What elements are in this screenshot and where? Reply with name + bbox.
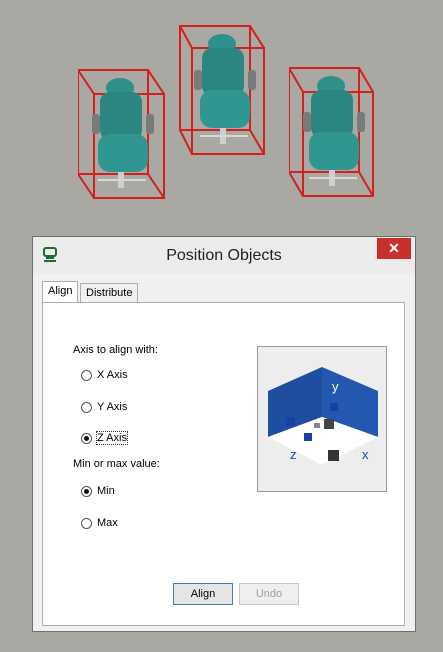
tab-align[interactable]: Align bbox=[42, 281, 79, 302]
undo-button[interactable]: Undo bbox=[239, 583, 299, 605]
radio-label: Y Axis bbox=[97, 401, 128, 413]
value-heading: Min or max value: bbox=[73, 458, 160, 470]
radio-button-selected[interactable] bbox=[81, 486, 92, 497]
radio-button[interactable] bbox=[81, 518, 92, 529]
tab-distribute[interactable]: Distribute bbox=[80, 283, 139, 302]
y-axis-label: y bbox=[332, 379, 339, 394]
dialog-title: Position Objects bbox=[166, 247, 282, 264]
chair-icon bbox=[288, 67, 374, 197]
chair-object[interactable] bbox=[178, 24, 268, 158]
close-icon: ✕ bbox=[388, 240, 400, 256]
chair-icon bbox=[179, 25, 265, 155]
chair-object[interactable] bbox=[288, 66, 379, 200]
title-bar[interactable]: Position Objects ✕ bbox=[33, 237, 415, 274]
axis-diagram: y x z bbox=[268, 367, 378, 465]
align-button[interactable]: Align bbox=[173, 583, 233, 605]
radio-button[interactable] bbox=[81, 370, 92, 381]
axis-preview-image: y x z bbox=[257, 346, 387, 492]
3d-viewport[interactable] bbox=[0, 0, 443, 235]
radio-label: X Axis bbox=[97, 369, 128, 381]
position-objects-dialog: Position Objects ✕ Align Distribute Axis… bbox=[32, 236, 416, 632]
radio-label: Max bbox=[97, 517, 118, 529]
close-button[interactable]: ✕ bbox=[377, 238, 411, 259]
axis-heading: Axis to align with: bbox=[73, 344, 158, 356]
z-axis-label: z bbox=[290, 447, 297, 462]
radio-label: Min bbox=[97, 485, 115, 497]
radio-button[interactable] bbox=[81, 402, 92, 413]
x-axis-label: x bbox=[362, 447, 369, 462]
chair-object[interactable] bbox=[77, 68, 168, 202]
align-panel: Axis to align with: X Axis Y Axis Z Axis… bbox=[42, 302, 405, 626]
radio-label: Z Axis bbox=[96, 431, 128, 445]
radio-button-selected[interactable] bbox=[81, 433, 92, 444]
chair-icon bbox=[77, 69, 165, 199]
